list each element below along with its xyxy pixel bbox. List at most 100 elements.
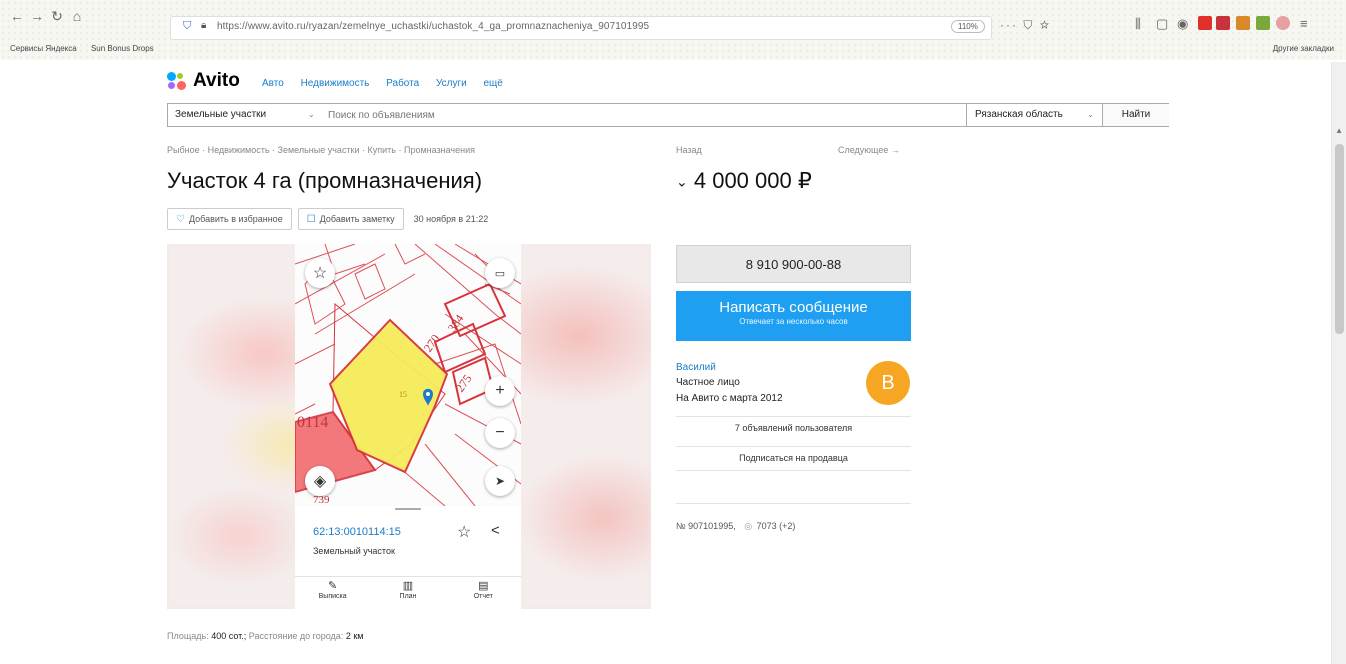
page-actions-icon[interactable]: ··· ⛉ ☆ xyxy=(1000,18,1051,33)
divider xyxy=(676,470,911,471)
tab-label: Отчет xyxy=(473,593,493,600)
cadastral-map: 384 270 275 0114 739 15 ☆ ▭ + − ◈ ➤ xyxy=(295,244,521,507)
listing-params: Площадь: 400 сот.; Расстояние до города:… xyxy=(167,631,363,641)
shield-icon: ⛉ xyxy=(183,20,192,32)
star-icon[interactable]: ☆ xyxy=(457,522,471,542)
forward-arrow-icon[interactable]: → xyxy=(28,7,46,25)
bookmark-item[interactable]: Сервисы Яндекса xyxy=(10,44,77,53)
back-arrow-icon[interactable]: ← xyxy=(8,7,26,25)
report-icon: ▤ xyxy=(478,580,489,592)
zoom-out-icon[interactable]: − xyxy=(485,418,515,448)
category-select[interactable]: Земельные участки xyxy=(168,104,315,126)
distance-label: Расстояние до города: xyxy=(248,631,344,641)
avito-logo[interactable]: Avito xyxy=(167,70,240,92)
tab-label: План xyxy=(399,593,417,600)
bookmark-item[interactable]: Sun Bonus Drops xyxy=(91,44,154,53)
next-link[interactable]: Следующее → xyxy=(838,145,900,155)
browser-chrome: ← → ↻ ⌂ ⛉ 🔒︎ https://www.avito.ru/ryazan… xyxy=(0,0,1346,60)
price-value: 4 000 000 ₽ xyxy=(693,168,812,193)
add-to-favorites-button[interactable]: ♡ Добавить в избранное xyxy=(167,208,292,230)
back-link[interactable]: Назад xyxy=(676,145,702,155)
map-label: 15 xyxy=(399,390,407,399)
ruler-icon[interactable]: ▭ xyxy=(485,258,515,288)
tab-extract[interactable]: ✎ Выписка xyxy=(303,577,363,609)
sidebar-icon[interactable]: ▢ xyxy=(1156,16,1168,32)
page-title: Участок 4 га (промназначения) xyxy=(167,168,483,193)
extension-red-icon[interactable] xyxy=(1198,16,1212,30)
note-icon: ☐ xyxy=(306,213,316,225)
extension-icon[interactable]: ◉ xyxy=(1177,16,1188,32)
lock-icon: 🔒︎ xyxy=(201,20,207,31)
show-phone-button[interactable]: 8 910 900-00-88 xyxy=(676,245,911,283)
map-label: 0114 xyxy=(297,414,329,431)
listing-actions: ♡ Добавить в избранное ☐ Добавить заметк… xyxy=(167,207,488,231)
extension-orange-icon[interactable] xyxy=(1236,16,1250,30)
write-message-button[interactable]: Написать сообщение Отвечает за несколько… xyxy=(676,291,911,341)
nav-item-jobs[interactable]: Работа xyxy=(386,78,419,89)
breadcrumb[interactable]: Рыбное · Недвижимость · Земельные участк… xyxy=(167,145,475,155)
logo-dots-icon xyxy=(167,72,189,90)
share-icon[interactable]: < xyxy=(491,522,500,539)
response-time: Отвечает за несколько часов xyxy=(739,317,848,326)
divider xyxy=(676,503,911,504)
extension-badge-icon[interactable] xyxy=(1216,16,1230,30)
price-chevron-icon[interactable]: ⌄ xyxy=(676,174,688,190)
address-bar[interactable]: ⛉ 🔒︎ https://www.avito.ru/ryazan/zemelny… xyxy=(170,16,992,40)
library-icon[interactable]: ⫼ xyxy=(1135,16,1141,32)
extension-pink-icon[interactable] xyxy=(1276,16,1290,30)
star-icon[interactable]: ☆ xyxy=(305,258,335,288)
subscribe-seller-link[interactable]: Подписаться на продавца xyxy=(676,453,911,463)
zoom-in-icon[interactable]: + xyxy=(485,376,515,406)
menu-icon[interactable]: ≡ xyxy=(1300,16,1308,31)
top-navigation: Авто Недвижимость Работа Услуги ещё xyxy=(262,78,517,89)
photo-gallery[interactable]: 384 270 275 0114 739 15 ☆ ▭ + − ◈ ➤ 62:1… xyxy=(167,244,651,609)
ad-meta: № 907101995, ◎ 7073 (+2) xyxy=(676,521,795,532)
reload-icon[interactable]: ↻ xyxy=(48,7,66,25)
heart-icon: ♡ xyxy=(176,213,185,225)
seller-ads-link[interactable]: 7 объявлений пользователя xyxy=(676,423,911,433)
message-label: Написать сообщение xyxy=(719,299,868,316)
extension-green-icon[interactable] xyxy=(1256,16,1270,30)
cadastral-number[interactable]: 62:13:0010114:15 xyxy=(313,526,401,538)
zoom-level[interactable]: 110% xyxy=(951,20,985,33)
search-bar: Земельные участки ⌄ Рязанская область ⌄ … xyxy=(167,103,1169,127)
bookmarks-bar: Сервисы Яндекса Sun Bonus Drops xyxy=(10,44,166,53)
home-icon[interactable]: ⌂ xyxy=(68,7,86,25)
pencil-icon: ✎ xyxy=(328,580,338,592)
drag-handle[interactable] xyxy=(395,508,421,510)
area-label: Площадь: xyxy=(167,631,209,641)
search-button[interactable]: Найти xyxy=(1102,104,1169,126)
cadastral-map-screenshot: 384 270 275 0114 739 15 ☆ ▭ + − ◈ ➤ 62:1… xyxy=(295,244,521,609)
map-icon: ▥ xyxy=(402,580,414,592)
scroll-up-icon[interactable]: ▲ xyxy=(1335,126,1343,135)
nav-item-services[interactable]: Услуги xyxy=(436,78,467,89)
avatar[interactable]: В xyxy=(866,361,910,405)
scroll-thumb[interactable] xyxy=(1335,144,1344,334)
seller-since: На Авито с марта 2012 xyxy=(676,393,783,404)
region-label: Рязанская область xyxy=(975,109,1063,120)
tab-report[interactable]: ▤ Отчет xyxy=(453,577,513,609)
nav-item-auto[interactable]: Авто xyxy=(262,78,284,89)
logo-text: Avito xyxy=(193,70,240,91)
parcel-type: Земельный участок xyxy=(313,546,395,556)
nav-item-realty[interactable]: Недвижимость xyxy=(301,78,370,89)
parcel-card: 62:13:0010114:15 Земельный участок ☆ < xyxy=(295,512,521,574)
ad-number: № 907101995, xyxy=(676,521,736,531)
divider xyxy=(676,446,911,447)
chevron-down-icon[interactable]: ⌄ xyxy=(308,104,315,126)
tab-plan[interactable]: ▥ План xyxy=(378,577,438,609)
scrollbar[interactable]: ▲ xyxy=(1331,62,1346,664)
region-select[interactable]: Рязанская область ⌄ xyxy=(966,104,1102,126)
listing-date: 30 ноября в 21:22 xyxy=(413,214,489,224)
search-input[interactable] xyxy=(328,104,948,126)
other-bookmarks[interactable]: Другие закладки xyxy=(1273,44,1334,53)
eye-icon: ◎ xyxy=(744,521,753,531)
layers-icon[interactable]: ◈ xyxy=(305,466,335,496)
seller-name[interactable]: Василий xyxy=(676,362,716,373)
distance-value: 2 км xyxy=(345,631,364,641)
url-text: https://www.avito.ru/ryazan/zemelnye_uch… xyxy=(217,21,650,32)
add-note-button[interactable]: ☐ Добавить заметку xyxy=(297,208,404,230)
tab-label: Выписка xyxy=(318,593,347,600)
locate-icon[interactable]: ➤ xyxy=(485,466,515,496)
nav-item-more[interactable]: ещё xyxy=(484,78,503,89)
